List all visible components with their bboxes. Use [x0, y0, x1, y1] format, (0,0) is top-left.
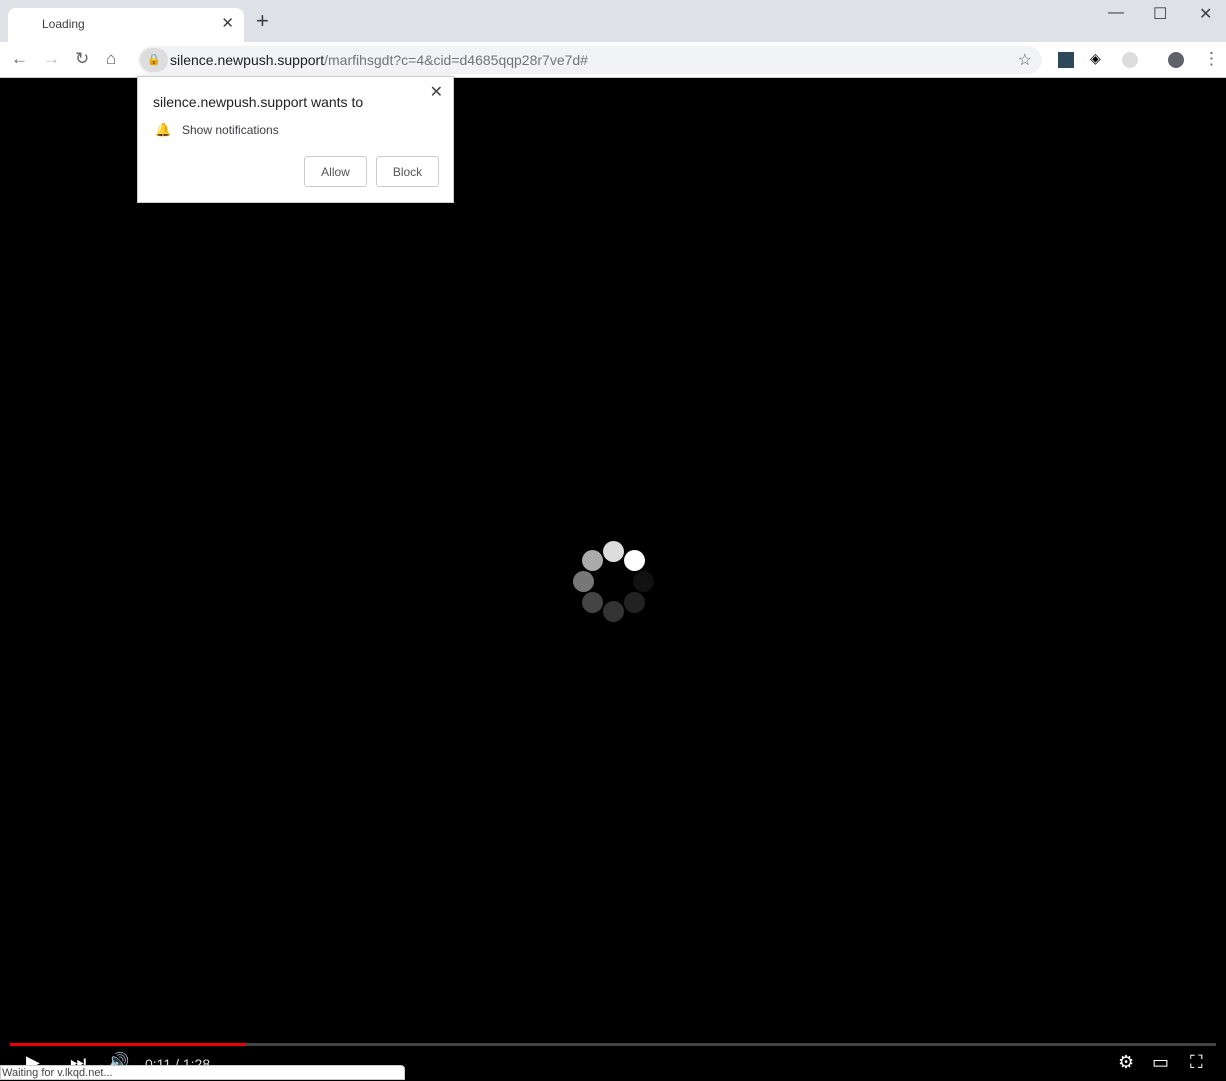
close-window-button[interactable]: ✕: [1199, 4, 1212, 24]
home-icon[interactable]: ⌂: [106, 49, 116, 69]
extension-diamond-icon[interactable]: ◈: [1090, 50, 1106, 66]
fullscreen-icon[interactable]: ⛶: [1190, 1052, 1203, 1073]
spinner-dot: [624, 550, 645, 571]
tab-title: Loading: [42, 17, 85, 31]
video-progress-bar[interactable]: [10, 1043, 1216, 1046]
extension-disabled-icon[interactable]: [1122, 52, 1138, 68]
url-domain: silence.newpush.support: [170, 52, 325, 68]
spinner-dot: [603, 601, 624, 622]
spinner-dot: [624, 592, 645, 613]
block-button[interactable]: Block: [376, 156, 439, 187]
address-bar[interactable]: 🔒 silence.newpush.support/marfihsgdt?c=4…: [138, 46, 1042, 74]
tab-strip: Loading ✕ + — ☐ ✕: [0, 0, 1226, 42]
status-bar: Waiting for v.lkqd.net...: [0, 1065, 405, 1080]
forward-icon[interactable]: →: [43, 49, 60, 69]
minimize-button[interactable]: —: [1108, 4, 1124, 22]
bell-icon: 🔔: [155, 122, 172, 137]
popup-title: silence.newpush.support wants to: [153, 94, 364, 110]
new-tab-button[interactable]: +: [256, 10, 269, 32]
close-icon[interactable]: ✕: [430, 82, 443, 102]
url-text[interactable]: silence.newpush.support/marfihsgdt?c=4&c…: [170, 52, 588, 68]
theater-mode-icon[interactable]: ▭: [1152, 1052, 1169, 1073]
loading-spinner: [571, 540, 657, 626]
reload-icon[interactable]: ↻: [75, 49, 89, 69]
menu-icon[interactable]: ⋮: [1203, 49, 1220, 69]
notification-permission-popup: silence.newpush.support wants to ✕ 🔔 Sho…: [137, 76, 454, 203]
settings-gear-icon[interactable]: ⚙: [1118, 1052, 1134, 1073]
spinner-dot: [582, 550, 603, 571]
maximize-button[interactable]: ☐: [1153, 4, 1167, 24]
spinner-dot: [603, 541, 624, 562]
back-icon[interactable]: ←: [11, 49, 28, 69]
lock-icon[interactable]: 🔒: [140, 48, 168, 72]
close-icon[interactable]: ✕: [221, 14, 234, 32]
toolbar: ← → ↻ ⌂ 🔒 silence.newpush.support/marfih…: [0, 42, 1226, 78]
spinner-dot: [573, 571, 594, 592]
allow-button[interactable]: Allow: [304, 156, 367, 187]
tab-loading[interactable]: Loading ✕: [8, 8, 244, 42]
progress-fill: [10, 1043, 246, 1046]
profile-icon[interactable]: [1168, 52, 1184, 68]
spinner-dot: [633, 571, 654, 592]
spinner-dot: [582, 592, 603, 613]
extension-icon[interactable]: [1058, 52, 1074, 68]
url-path: /marfihsgdt?c=4&cid=d4685qqp28r7ve7d#: [324, 52, 588, 68]
permission-label: Show notifications: [182, 123, 279, 137]
bookmark-star-icon[interactable]: ☆: [1018, 50, 1032, 70]
